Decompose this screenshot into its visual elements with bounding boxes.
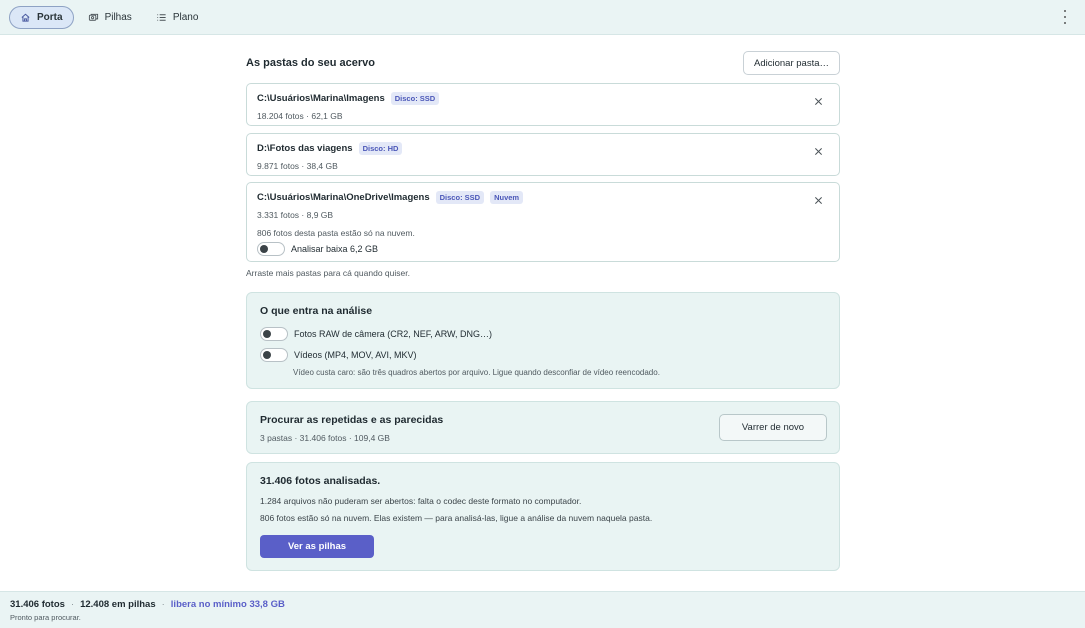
kebab-menu-icon[interactable] (1061, 10, 1069, 24)
analysis-title: O que entra na análise (260, 305, 373, 317)
top-nav-bar: Porta Pilhas Plano (0, 0, 1085, 35)
tab-porta[interactable]: Porta (9, 5, 74, 29)
folders-title: As pastas do seu acervo (246, 57, 376, 69)
close-icon[interactable] (814, 97, 823, 106)
folder-card: C:\Usuários\Marina\Imagens Disco: SSD 18… (246, 83, 840, 126)
folder-path: D:\Fotos das viagens (257, 143, 353, 154)
disk-tag: Disco: HD (358, 142, 403, 155)
folders-header: As pastas do seu acervo Adicionar pasta… (246, 51, 840, 75)
folder-meta: 3.331 fotos · 8,9 GB (257, 210, 334, 220)
close-icon[interactable] (814, 147, 823, 156)
folder-meta: 9.871 fotos · 38,4 GB (257, 161, 338, 171)
status-ready: Pronto para procurar. (10, 613, 81, 622)
add-folder-button[interactable]: Adicionar pasta… (743, 51, 840, 75)
cloud-tag: Nuvem (490, 191, 524, 204)
analysis-panel: O que entra na análise Fotos RAW de câme… (246, 292, 840, 389)
folder-path: C:\Usuários\Marina\OneDrive\Imagens (257, 192, 430, 203)
drag-hint: Arraste mais pastas para cá quando quise… (246, 268, 410, 278)
folder-path: C:\Usuários\Marina\Imagens (257, 93, 385, 104)
close-icon[interactable] (814, 196, 823, 205)
cloud-note: 806 fotos desta pasta estão só na nuvem. (257, 228, 415, 238)
tab-plano-label: Plano (172, 11, 199, 23)
tab-porta-label: Porta (37, 11, 63, 23)
cloud-download-label: Analisar baixa 6,2 GB (291, 244, 379, 254)
status-bar: 31.406 fotos · 12.408 em pilhas · libera… (0, 591, 1085, 628)
tab-plano[interactable]: Plano (146, 6, 209, 29)
result-panel: 31.406 fotos analisadas. 1.284 arquivos … (246, 462, 840, 571)
cloud-warning: 806 fotos estão só na nuvem. Elas existe… (260, 513, 653, 523)
scan-panel: Procurar as repetidas e as parecidas 3 p… (246, 401, 840, 454)
view-piles-button[interactable]: Ver as pilhas (260, 535, 374, 558)
disk-tag: Disco: SSD (435, 191, 485, 204)
status-piles: 12.408 em pilhas (80, 599, 156, 610)
stack-icon (88, 13, 98, 21)
video-toggle[interactable] (260, 348, 288, 362)
video-toggle-label: Vídeos (MP4, MOV, AVI, MKV) (294, 350, 417, 360)
disk-tag: Disco: SSD (390, 92, 440, 105)
cloud-download-toggle[interactable] (257, 242, 285, 256)
list-icon (157, 13, 166, 21)
raw-toggle-label: Fotos RAW de câmera (CR2, NEF, ARW, DNG…… (294, 329, 493, 339)
home-icon (21, 13, 30, 22)
rescan-button[interactable]: Varrer de novo (719, 414, 827, 441)
folder-card: C:\Usuários\Marina\OneDrive\Imagens Disc… (246, 182, 840, 262)
result-title: 31.406 fotos analisadas. (260, 475, 381, 487)
tab-pilhas[interactable]: Pilhas (78, 6, 142, 29)
tab-pilhas-label: Pilhas (104, 11, 132, 23)
folder-card: D:\Fotos das viagens Disco: HD 9.871 fot… (246, 133, 840, 176)
status-photos: 31.406 fotos (10, 599, 65, 610)
codec-warning: 1.284 arquivos não puderam ser abertos: … (260, 496, 582, 506)
status-separator: · (161, 599, 165, 610)
status-separator: · (70, 599, 75, 610)
video-hint: Vídeo custa caro: são três quadros abert… (293, 368, 660, 377)
status-frees: libera no mínimo 33,8 GB (170, 599, 285, 610)
folder-meta: 18.204 fotos · 62,1 GB (257, 111, 343, 121)
raw-toggle[interactable] (260, 327, 288, 341)
